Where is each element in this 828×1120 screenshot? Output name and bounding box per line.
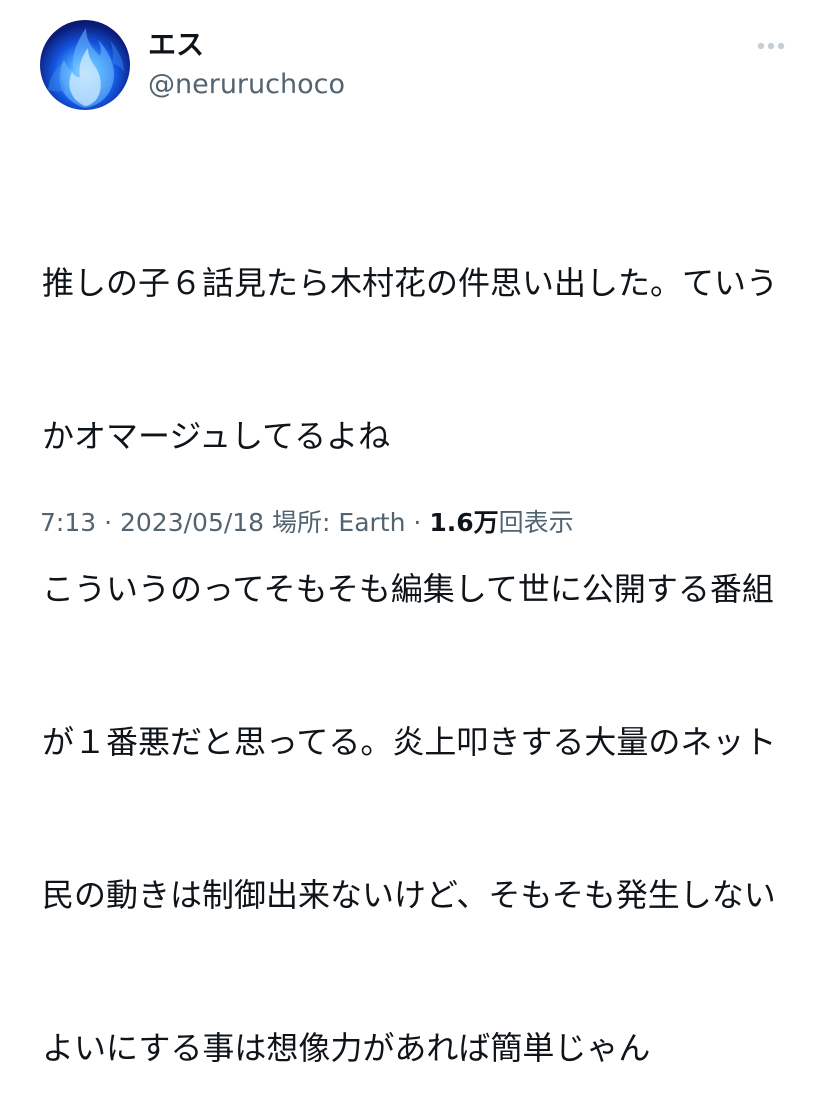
- user-handle[interactable]: @neruruchoco: [148, 68, 345, 102]
- views-label: 回表示: [498, 508, 574, 537]
- views-count[interactable]: 1.6万: [429, 508, 498, 537]
- tweet-location: 場所: Earth: [272, 508, 406, 537]
- tweet-text-line: かオマージュしてるよね: [42, 417, 391, 455]
- meta-separator: ·: [413, 508, 422, 537]
- tweet-text-line: 推しの子６話見たら木村花の件思い出した。ていう: [42, 264, 779, 302]
- tweet-text-line: こういうのってそもそも編集して世に公開する番組: [42, 570, 774, 608]
- more-horizontal-icon[interactable]: [756, 36, 786, 56]
- avatar[interactable]: [40, 20, 130, 110]
- tweet-date[interactable]: 2023/05/18: [120, 508, 264, 537]
- tweet-text-line: よいにする事は想像力があれば簡単じゃん: [42, 1029, 651, 1067]
- blue-flame-icon: [48, 28, 124, 108]
- tweet: エス @neruruchoco 推しの子６話見たら木村花の件思い出した。ていう …: [0, 0, 828, 1067]
- tweet-text-line: 民の動きは制御出来ないけど、そもそも発生しない: [42, 876, 776, 914]
- tweet-text: 推しの子６話見たら木村花の件思い出した。ていう かオマージュしてるよね こういう…: [42, 156, 802, 1120]
- meta-separator: ·: [104, 508, 113, 537]
- display-name[interactable]: エス: [148, 28, 204, 62]
- tweet-meta: 7:13 · 2023/05/18 場所: Earth · 1.6万回表示: [40, 506, 574, 540]
- tweet-time[interactable]: 7:13: [40, 508, 96, 537]
- tweet-text-line: が１番悪だと思ってる。炎上叩きする大量のネット: [42, 723, 777, 761]
